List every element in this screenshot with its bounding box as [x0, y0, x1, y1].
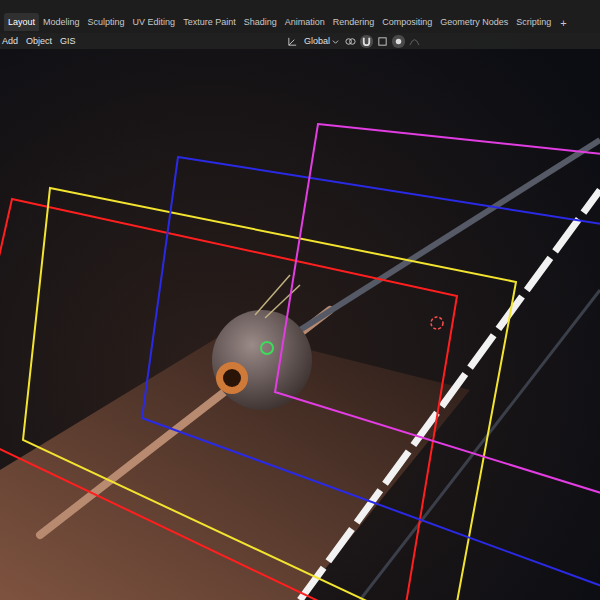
camera-frame[interactable] [142, 157, 600, 600]
falloff-icon[interactable] [409, 36, 420, 47]
pivot-icon[interactable] [345, 36, 356, 47]
object-origin-icon [261, 342, 273, 354]
orientation-dropdown[interactable]: Global [302, 36, 341, 46]
workspace-tab[interactable]: Geometry Nodes [436, 13, 512, 31]
snap-target-icon[interactable] [377, 36, 388, 47]
workspace-tab[interactable]: Compositing [378, 13, 436, 31]
proportional-edit-icon[interactable] [392, 35, 405, 48]
add-workspace-button[interactable]: + [555, 15, 571, 31]
workspace-tab[interactable]: Shading [240, 13, 281, 31]
workspace-tab[interactable]: Scripting [512, 13, 555, 31]
viewport-header: Add Object GIS Global [0, 33, 600, 49]
workspace-tab[interactable]: Sculpting [84, 13, 129, 31]
3d-viewport[interactable]: Add Object GIS Global [0, 33, 600, 600]
workspace-tab[interactable]: Texture Paint [179, 13, 240, 31]
orientation-icon [287, 36, 298, 47]
header-menu[interactable]: Object [26, 36, 52, 46]
snap-magnet-icon[interactable] [360, 35, 373, 48]
camera-frame[interactable] [0, 199, 457, 600]
blender-window: LayoutModelingSculptingUV EditingTexture… [0, 0, 600, 600]
3d-cursor-icon[interactable] [431, 317, 443, 329]
workspace-tabs: LayoutModelingSculptingUV EditingTexture… [0, 0, 600, 33]
workspace-tab[interactable]: Rendering [329, 13, 379, 31]
workspace-tab[interactable]: Layout [4, 13, 39, 31]
workspace-tab[interactable]: UV Editing [129, 13, 180, 31]
camera-frame[interactable] [275, 124, 600, 505]
workspace-tab[interactable]: Modeling [39, 13, 84, 31]
workspace-tab[interactable]: Animation [281, 13, 329, 31]
viewport-render[interactable] [0, 33, 600, 600]
camera-frame[interactable] [23, 188, 516, 600]
chevron-down-icon [332, 38, 339, 45]
header-menu[interactable]: Add [2, 36, 18, 46]
header-menu[interactable]: GIS [60, 36, 76, 46]
